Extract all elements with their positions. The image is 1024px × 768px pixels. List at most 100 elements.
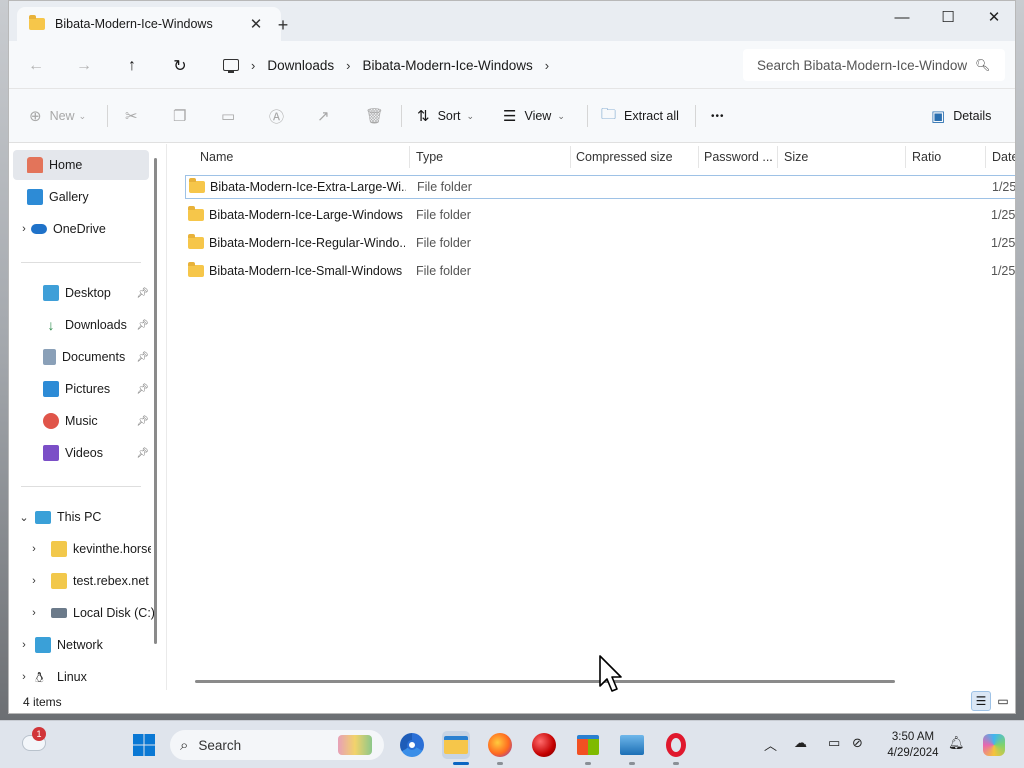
chevron-right-icon[interactable]: › bbox=[545, 58, 549, 73]
chevron-right-icon[interactable]: › bbox=[17, 639, 31, 651]
refresh-button[interactable]: ↻ bbox=[167, 53, 193, 79]
taskbar-search[interactable]: ⌕ Search bbox=[170, 730, 384, 760]
column-divider[interactable] bbox=[905, 146, 906, 168]
sidebar-item-test-rebex-net[interactable]: › test.rebex.net bbox=[27, 566, 157, 596]
column-divider[interactable] bbox=[985, 146, 986, 168]
pin-icon[interactable]: 📌︎ bbox=[136, 416, 149, 427]
copy-button[interactable]: ❐ bbox=[173, 103, 194, 129]
notification-bell-icon[interactable]: 🔔︎ bbox=[948, 735, 965, 751]
chevron-right-icon[interactable]: › bbox=[17, 223, 31, 235]
column-header-name[interactable]: Name bbox=[200, 144, 233, 170]
chevron-right-icon[interactable]: › bbox=[27, 607, 41, 619]
column-header-compressed-size[interactable]: Compressed size bbox=[576, 144, 673, 170]
delete-button[interactable]: 🗑︎ bbox=[365, 103, 392, 129]
network-icon bbox=[35, 637, 51, 653]
pin-icon[interactable]: 📌︎ bbox=[136, 320, 149, 331]
column-header-date[interactable]: Date bbox=[992, 144, 1015, 170]
onedrive-offline-icon[interactable]: ☁ bbox=[794, 735, 807, 751]
column-divider[interactable] bbox=[777, 146, 778, 168]
table-row[interactable]: Bibata-Modern-Ice-Extra-Large-Wi... File… bbox=[185, 175, 1015, 199]
sidebar-item-network[interactable]: › Network bbox=[17, 630, 165, 660]
address-bar[interactable]: › Downloads › Bibata-Modern-Ice-Windows … bbox=[215, 49, 733, 81]
details-view-button[interactable]: ☰ bbox=[971, 691, 991, 711]
sidebar-item-documents[interactable]: Documents 📌︎ bbox=[43, 342, 153, 372]
chrome-app[interactable] bbox=[398, 731, 426, 759]
share-button[interactable]: ↗ bbox=[317, 103, 338, 129]
back-button[interactable]: ← bbox=[23, 53, 49, 79]
start-button[interactable] bbox=[130, 731, 158, 759]
sidebar-item-downloads[interactable]: ↓ Downloads 📌︎ bbox=[43, 310, 153, 340]
sidebar-item-music[interactable]: Music 📌︎ bbox=[43, 406, 153, 436]
file-explorer-app[interactable] bbox=[442, 731, 470, 759]
firefox-app[interactable] bbox=[486, 731, 514, 759]
search-box[interactable]: 🔍︎ bbox=[743, 49, 1005, 81]
sort-button[interactable]: ⇅ Sort ⌄ bbox=[417, 103, 474, 129]
copilot-button[interactable] bbox=[980, 731, 1008, 759]
sidebar-item-videos[interactable]: Videos 📌︎ bbox=[43, 438, 153, 468]
column-header-size[interactable]: Size bbox=[784, 144, 808, 170]
pin-icon[interactable]: 📌︎ bbox=[136, 288, 149, 299]
more-options-button[interactable]: ••• bbox=[711, 103, 725, 129]
sidebar-item-this-pc[interactable]: ⌄ This PC bbox=[17, 502, 165, 532]
table-row[interactable]: Bibata-Modern-Ice-Small-Windows File fol… bbox=[185, 259, 1015, 283]
sidebar-item-local-disk[interactable]: › Local Disk (C:) bbox=[27, 598, 157, 628]
search-input[interactable] bbox=[757, 57, 967, 73]
opera-app[interactable] bbox=[662, 731, 690, 759]
sidebar-item-desktop[interactable]: Desktop 📌︎ bbox=[43, 278, 153, 308]
weather-widget[interactable]: 1 bbox=[20, 727, 48, 757]
breadcrumb-downloads[interactable]: Downloads bbox=[267, 58, 334, 73]
explorer-tab[interactable]: Bibata-Modern-Ice-Windows ✕ bbox=[17, 7, 281, 41]
network-status-icon[interactable]: ⊘ bbox=[852, 735, 863, 751]
breadcrumb-current-folder[interactable]: Bibata-Modern-Ice-Windows bbox=[362, 58, 532, 73]
up-button[interactable]: ↑ bbox=[119, 53, 145, 79]
new-button[interactable]: ⊕ New ⌄ bbox=[29, 103, 86, 129]
chevron-right-icon[interactable]: › bbox=[17, 671, 31, 683]
sidebar-item-gallery[interactable]: Gallery bbox=[27, 182, 175, 212]
pin-icon[interactable]: 📌︎ bbox=[136, 384, 149, 395]
column-divider[interactable] bbox=[409, 146, 410, 168]
minimize-button[interactable]: — bbox=[879, 1, 925, 33]
sidebar-item-pictures[interactable]: Pictures 📌︎ bbox=[43, 374, 153, 404]
sidebar-item-linux[interactable]: › 🐧︎ Linux bbox=[17, 662, 165, 692]
sidebar-item-kevinthe-horse[interactable]: › kevinthe.horse bbox=[27, 534, 157, 564]
image-viewer-app[interactable] bbox=[618, 731, 646, 759]
column-divider[interactable] bbox=[698, 146, 699, 168]
tab-close-button[interactable]: ✕ bbox=[245, 13, 267, 35]
chevron-right-icon[interactable]: › bbox=[27, 543, 41, 555]
pin-icon[interactable]: 📌︎ bbox=[136, 448, 149, 459]
column-header-password[interactable]: Password ... bbox=[704, 144, 773, 170]
forward-button[interactable]: → bbox=[71, 53, 97, 79]
system-clock[interactable]: 3:50 AM 4/29/2024 bbox=[880, 729, 946, 761]
column-header-type[interactable]: Type bbox=[416, 144, 443, 170]
chevron-right-icon[interactable]: › bbox=[27, 575, 41, 587]
pin-icon[interactable]: 📌︎ bbox=[136, 352, 149, 363]
trash-icon: 🗑︎ bbox=[365, 108, 385, 125]
maximize-button[interactable]: ☐ bbox=[925, 1, 971, 33]
display-icon[interactable]: ▭ bbox=[828, 735, 840, 751]
toolbar-divider bbox=[695, 105, 696, 127]
sidebar-scrollbar[interactable] bbox=[154, 158, 157, 644]
table-row[interactable]: Bibata-Modern-Ice-Large-Windows File fol… bbox=[185, 203, 1015, 227]
paste-button[interactable]: ▭ bbox=[221, 103, 243, 129]
table-row[interactable]: Bibata-Modern-Ice-Regular-Windo... File … bbox=[185, 231, 1015, 255]
photo-icon bbox=[620, 735, 644, 755]
show-hidden-icons-button[interactable]: ︿ bbox=[764, 735, 777, 754]
tiles-view-button[interactable]: ▭ bbox=[993, 691, 1013, 711]
sidebar-item-onedrive[interactable]: › OneDrive bbox=[17, 214, 165, 244]
search-icon[interactable]: 🔍︎ bbox=[975, 58, 990, 72]
sidebar-item-home[interactable]: Home bbox=[13, 150, 149, 180]
red-ball-app[interactable] bbox=[530, 731, 558, 759]
close-window-button[interactable]: ✕ bbox=[971, 1, 1015, 33]
column-header-ratio[interactable]: Ratio bbox=[912, 144, 941, 170]
column-divider[interactable] bbox=[570, 146, 571, 168]
horizontal-scrollbar[interactable] bbox=[195, 680, 895, 683]
sidebar-item-label: Documents bbox=[62, 350, 126, 364]
cut-button[interactable]: ✂ bbox=[125, 103, 146, 129]
microsoft-store-app[interactable] bbox=[574, 731, 602, 759]
extract-all-button[interactable]: 🗀︎ Extract all bbox=[601, 103, 679, 129]
details-pane-button[interactable]: ▣ Details bbox=[931, 103, 991, 129]
new-tab-button[interactable]: + bbox=[271, 13, 295, 37]
rename-button[interactable]: Ⓐ bbox=[269, 103, 292, 129]
chevron-down-icon[interactable]: ⌄ bbox=[17, 511, 31, 524]
view-button[interactable]: ☰ View ⌄ bbox=[503, 103, 565, 129]
